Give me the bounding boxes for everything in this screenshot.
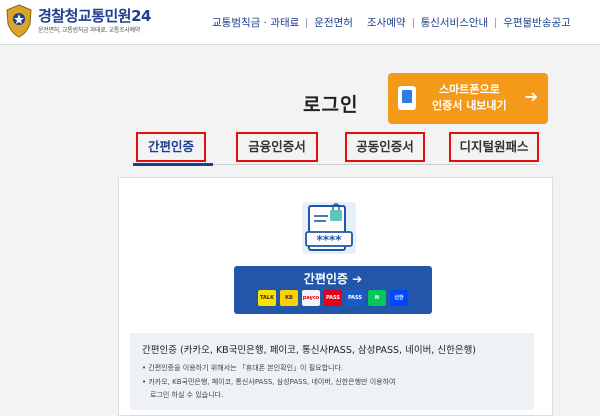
- export-cert-line2: 인증서 내보내기: [432, 99, 507, 112]
- tab-financial-cert[interactable]: 금융인증서: [236, 132, 318, 162]
- provider-logo-icon: 신한: [390, 290, 408, 306]
- nav-mail-return[interactable]: 우편물반송공고: [496, 15, 578, 30]
- tab-joint-cert[interactable]: 공동인증서: [345, 132, 425, 162]
- export-cert-button[interactable]: 스마트폰으로 인증서 내보내기 ➔: [388, 73, 548, 124]
- page-title: 로그인: [303, 94, 359, 116]
- provider-logo-icon: payco: [302, 290, 320, 306]
- provider-logo-icon: N: [368, 290, 386, 306]
- smartphone-icon: [398, 86, 416, 110]
- certificate-document-icon: ****: [302, 202, 356, 254]
- simple-auth-button[interactable]: 간편인증 ➔ TALK KB payco PASS PASS N 신한: [234, 266, 432, 314]
- active-tab-indicator: [133, 163, 213, 166]
- provider-logo-icon: PASS: [346, 290, 364, 306]
- simple-auth-label: 간편인증 ➔: [303, 272, 363, 286]
- site-subtitle: 운전면허, 교통범칙금 과태료, 교통조사예약: [38, 27, 140, 34]
- export-cert-label: 스마트폰으로 인증서 내보내기: [432, 82, 507, 114]
- provider-logo-icon: KB: [280, 290, 298, 306]
- masked-password-text: ****: [316, 233, 342, 247]
- nav-service-info[interactable]: 통신서비스안내: [414, 15, 496, 30]
- police-emblem-icon[interactable]: [4, 4, 34, 38]
- info-line: • 간편인증을 이용하기 위해서는 「휴대폰 본인확인」이 필요합니다.: [142, 364, 344, 372]
- nav-reservation[interactable]: 조사예약: [360, 15, 413, 30]
- tab-digital-onepass[interactable]: 디지털원패스: [449, 132, 539, 162]
- info-box: 간편인증 (카카오, KB국민은행, 페이코, 통신사PASS, 삼성PASS,…: [130, 333, 534, 410]
- info-line: • 카카오, KB국민은행, 페이코, 통신사PASS, 삼성PASS, 네이버…: [142, 378, 396, 386]
- arrow-right-icon: ➔: [524, 87, 538, 106]
- info-line: 로그인 하실 수 있습니다.: [150, 391, 224, 399]
- site-title[interactable]: 경찰청교통민원24: [38, 5, 151, 26]
- site-header: 경찰청교통민원24 운전면허, 교통범칙금 과태료, 교통조사예약 교통범칙금 …: [0, 0, 600, 45]
- provider-logo-icon: TALK: [258, 290, 276, 306]
- tab-simple-auth[interactable]: 간편인증: [136, 132, 206, 162]
- nav-fines[interactable]: 교통범칙금 · 과태료: [212, 15, 306, 30]
- info-title: 간편인증 (카카오, KB국민은행, 페이코, 통신사PASS, 삼성PASS,…: [142, 345, 477, 356]
- nav-license[interactable]: 운전면허: [307, 15, 360, 30]
- export-cert-line1: 스마트폰으로: [438, 83, 500, 96]
- top-nav: 교통범칙금 · 과태료 운전면허 조사예약 통신서비스안내 우편물반송공고: [212, 15, 578, 30]
- provider-logos: TALK KB payco PASS PASS N 신한: [258, 290, 408, 306]
- provider-logo-icon: PASS: [324, 290, 342, 306]
